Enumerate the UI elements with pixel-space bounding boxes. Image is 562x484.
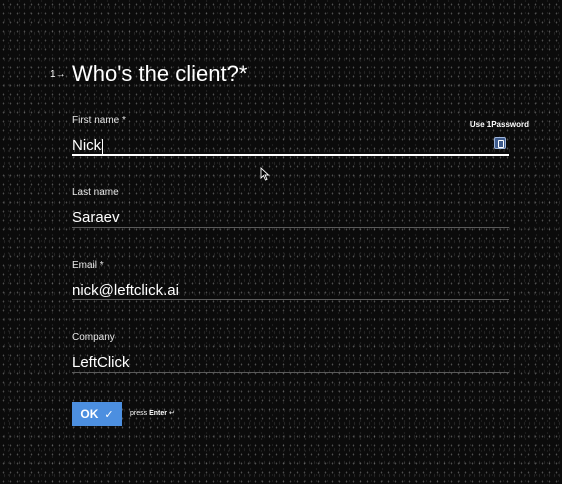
company-input[interactable]: LeftClick (72, 354, 509, 371)
email-underline (72, 299, 509, 300)
email-input[interactable]: nick@leftclick.ai (72, 282, 509, 299)
arrow-right-icon: → (55, 69, 66, 80)
email-label: Email * (72, 260, 104, 271)
text-caret (102, 138, 104, 154)
first-name-label: First name * (72, 115, 126, 126)
mouse-pointer-icon (260, 167, 270, 181)
last-name-underline (72, 227, 509, 228)
company-field[interactable]: Company LeftClick (72, 332, 509, 373)
check-icon: ✓ (104, 408, 114, 421)
last-name-field[interactable]: Last name Saraev (72, 187, 509, 228)
company-underline (72, 372, 509, 373)
ok-button-label: OK (80, 407, 99, 421)
hint-prefix: press (130, 410, 148, 417)
first-name-underline (72, 154, 509, 156)
company-label: Company (72, 332, 115, 343)
last-name-input[interactable]: Saraev (72, 209, 509, 226)
ok-button[interactable]: OK ✓ (72, 402, 122, 426)
email-field[interactable]: Email * nick@leftclick.ai (72, 260, 509, 300)
first-name-value: Nick (72, 137, 102, 154)
hint-key: Enter (149, 410, 167, 417)
enter-key-icon: ↵ (168, 410, 175, 417)
first-name-field[interactable]: First name * Nick (72, 115, 509, 156)
question-title: Who's the client?* (72, 61, 248, 86)
last-name-label: Last name (72, 187, 119, 198)
first-name-input[interactable]: Nick (72, 137, 509, 154)
question-number: 1→ (50, 69, 66, 80)
enter-hint: press Enter ↵ (130, 409, 175, 417)
